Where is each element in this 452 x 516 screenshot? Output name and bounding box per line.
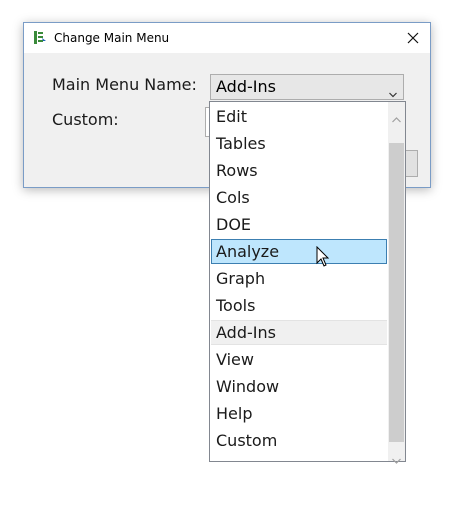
dropdown-item-view[interactable]: View xyxy=(211,347,387,372)
close-icon xyxy=(407,29,419,48)
dropdown-item-analyze[interactable]: Analyze xyxy=(211,239,387,264)
dropdown-item-add-ins[interactable]: Add-Ins xyxy=(211,320,387,345)
main-menu-name-label: Main Menu Name: xyxy=(52,75,197,94)
dropdown-scrollbar[interactable] xyxy=(388,102,405,464)
scroll-down-icon[interactable] xyxy=(392,449,401,464)
window-title: Change Main Menu xyxy=(54,31,170,45)
main-menu-name-value: Add-Ins xyxy=(216,77,276,96)
close-button[interactable] xyxy=(396,23,430,53)
dropdown-item-doe[interactable]: DOE xyxy=(211,212,387,237)
dropdown-item-help[interactable]: Help xyxy=(211,401,387,426)
main-menu-name-combobox[interactable]: Add-Ins xyxy=(210,74,404,100)
dropdown-item-tables[interactable]: Tables xyxy=(211,131,387,156)
main-menu-dropdown-list[interactable]: Edit Tables Rows Cols DOE Analyze Graph Tools Ad… xyxy=(209,101,406,464)
dropdown-item-window[interactable]: Window xyxy=(211,374,387,399)
dialog-button[interactable] xyxy=(405,150,418,177)
custom-label: Custom: xyxy=(52,110,119,129)
dropdown-item-graph[interactable]: Graph xyxy=(211,266,387,291)
dropdown-item-tools[interactable]: Tools xyxy=(211,293,387,318)
title-bar[interactable]: Change Main Menu xyxy=(24,23,430,53)
dropdown-item-rows[interactable]: Rows xyxy=(211,158,387,183)
chevron-down-icon xyxy=(389,83,397,98)
jmp-menu-icon xyxy=(33,30,47,45)
scrollbar-thumb[interactable] xyxy=(389,143,404,442)
scroll-up-icon[interactable] xyxy=(392,108,401,123)
dropdown-item-cols[interactable]: Cols xyxy=(211,185,387,210)
dropdown-item-custom[interactable]: Custom xyxy=(211,428,387,453)
dropdown-item-edit[interactable]: Edit xyxy=(211,104,387,129)
mouse-pointer-icon xyxy=(316,245,330,268)
